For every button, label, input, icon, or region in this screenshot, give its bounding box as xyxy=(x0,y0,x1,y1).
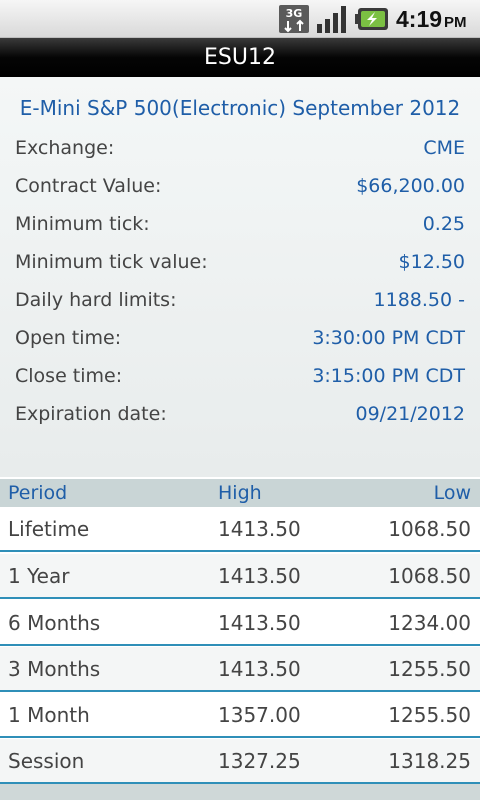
row-low: 1255.50 xyxy=(388,657,471,681)
row-high: 1413.50 xyxy=(218,564,301,588)
row-low: 1255.50 xyxy=(388,703,471,727)
column-header-low: Low xyxy=(433,482,471,504)
row-low: 1234.00 xyxy=(388,611,471,635)
detail-label: Daily hard limits: xyxy=(15,289,177,311)
detail-value: 3:15:00 PM CDT xyxy=(312,365,465,387)
detail-row-close-time: Close time: 3:15:00 PM CDT xyxy=(15,357,465,395)
row-high: 1327.25 xyxy=(218,749,301,773)
detail-value: 09/21/2012 xyxy=(355,403,465,425)
detail-label: Expiration date: xyxy=(15,403,167,425)
column-header-high: High xyxy=(218,482,262,504)
row-period: 1 Month xyxy=(8,703,90,727)
row-high: 1413.50 xyxy=(218,611,301,635)
row-period: 1 Year xyxy=(8,564,70,588)
3g-data-icon: 3G xyxy=(279,5,309,33)
detail-value: CME xyxy=(423,137,465,159)
table-row: 3 Months 1413.50 1255.50 xyxy=(0,647,480,692)
detail-row-minimum-tick-value: Minimum tick value: $12.50 xyxy=(15,243,465,281)
detail-label: Exchange: xyxy=(15,137,115,159)
detail-label: Open time: xyxy=(15,327,122,349)
detail-value: $66,200.00 xyxy=(356,175,465,197)
detail-row-exchange: Exchange: CME xyxy=(15,129,465,167)
detail-value: 1188.50 - xyxy=(373,289,465,311)
row-low: 1068.50 xyxy=(388,564,471,588)
row-high: 1413.50 xyxy=(218,657,301,681)
clock-time: 4:19 xyxy=(396,6,443,32)
page-title: ESU12 xyxy=(0,38,480,77)
clock-ampm: PM xyxy=(444,14,467,31)
detail-value: 0.25 xyxy=(422,213,465,235)
detail-label: Close time: xyxy=(15,365,123,387)
column-header-period: Period xyxy=(8,482,68,504)
detail-row-open-time: Open time: 3:30:00 PM CDT xyxy=(15,319,465,357)
contract-name: E-Mini S&P 500(Electronic) September 201… xyxy=(19,96,461,120)
detail-value: $12.50 xyxy=(398,251,465,273)
row-low: 1068.50 xyxy=(388,517,471,541)
row-period: 3 Months xyxy=(8,657,101,681)
detail-row-minimum-tick: Minimum tick: 0.25 xyxy=(15,205,465,243)
detail-row-contract-value: Contract Value: $66,200.00 xyxy=(15,167,465,205)
table-row: 6 Months 1413.50 1234.00 xyxy=(0,601,480,646)
detail-row-expiration-date: Expiration date: 09/21/2012 xyxy=(15,395,465,433)
row-low: 1318.25 xyxy=(388,749,471,773)
table-row: Lifetime 1413.50 1068.50 xyxy=(0,507,480,552)
table-row: 1 Year 1413.50 1068.50 xyxy=(0,554,480,599)
detail-label: Minimum tick: xyxy=(15,213,150,235)
svg-text:3G: 3G xyxy=(286,7,303,20)
row-high: 1413.50 xyxy=(218,517,301,541)
status-bar: 3G 4:19 PM xyxy=(0,0,480,38)
row-period: Lifetime xyxy=(8,517,90,541)
battery-charging-icon xyxy=(355,8,388,30)
status-time: 4:19 PM xyxy=(396,4,476,34)
range-table-header: Period High Low xyxy=(0,479,480,507)
row-period: Session xyxy=(8,749,85,773)
table-row: Session 1327.25 1318.25 xyxy=(0,739,480,784)
row-period: 6 Months xyxy=(8,611,101,635)
detail-value: 3:30:00 PM CDT xyxy=(312,327,465,349)
signal-strength-icon xyxy=(317,6,346,33)
detail-label: Minimum tick value: xyxy=(15,251,208,273)
contract-info-panel: E-Mini S&P 500(Electronic) September 201… xyxy=(0,77,480,477)
detail-row-daily-hard-limits: Daily hard limits: 1188.50 - xyxy=(15,281,465,319)
detail-label: Contract Value: xyxy=(15,175,162,197)
table-row: 1 Month 1357.00 1255.50 xyxy=(0,693,480,738)
row-high: 1357.00 xyxy=(218,703,301,727)
bottom-edge xyxy=(0,784,480,800)
